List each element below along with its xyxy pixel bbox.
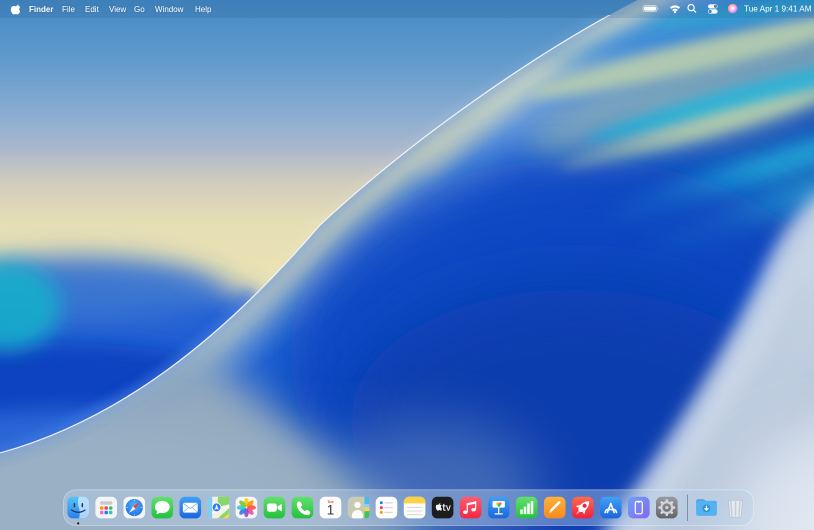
svg-text:Tue Apr 1 9:41 AM: Tue Apr 1 9:41 AM bbox=[744, 5, 812, 14]
svg-text:1: 1 bbox=[327, 502, 335, 517]
